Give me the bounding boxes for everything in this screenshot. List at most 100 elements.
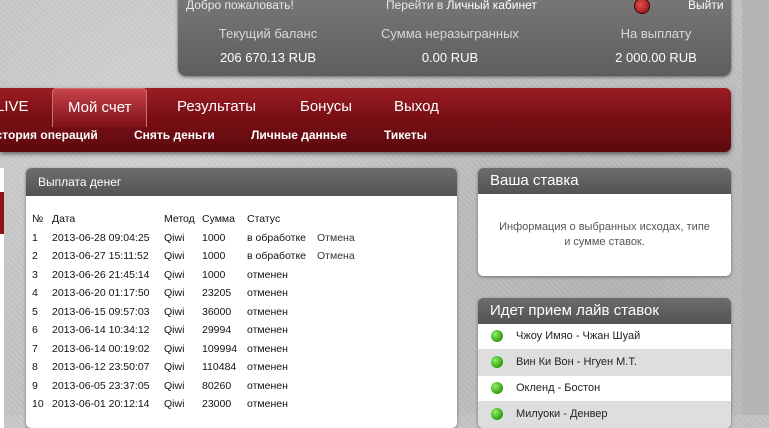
table-row: 7 2013-06-14 00:19:02 Qiwi 109994 отменен <box>32 340 355 359</box>
live-event-label: Окленд - Бостон <box>516 382 601 394</box>
row-status: отменен <box>247 342 288 355</box>
stat-unplayed-value: 0.00 RUB <box>421 50 479 65</box>
row-status: отменен <box>247 379 288 392</box>
row-cancel-link <box>317 395 355 414</box>
row-sum: 23205 <box>202 287 232 300</box>
row-cancel-link <box>317 377 355 396</box>
subnav-item-withdraw[interactable]: Снять деньги <box>134 128 215 142</box>
cabinet-prefix: Перейти в <box>386 0 444 12</box>
row-status: в обработке <box>247 231 307 244</box>
row-date: 2013-06-14 00:19:02 <box>52 342 150 355</box>
row-sum: 80260 <box>202 379 232 392</box>
row-sum: 36000 <box>202 305 232 318</box>
row-number: 3 <box>32 268 38 281</box>
payout-title: Выплата денег <box>26 168 457 196</box>
row-date: 2013-06-28 09:04:25 <box>52 231 150 244</box>
table-row: 4 2013-06-20 01:17:50 Qiwi 23205 отменен <box>32 284 355 303</box>
row-method: Qiwi <box>164 342 185 355</box>
row-cancel-link <box>317 266 355 285</box>
row-sum: 1000 <box>202 250 226 263</box>
row-date: 2013-06-12 23:50:07 <box>52 361 150 374</box>
row-status: отменен <box>247 361 288 374</box>
row-sum: 1000 <box>202 231 226 244</box>
payout-table: № Дата Метод Сумма Статус 1 2013-06-28 09… <box>32 210 355 414</box>
bet-slip-panel: Ваша ставка Информация о выбранных исход… <box>478 168 731 276</box>
cabinet-link[interactable]: Личный кабинет <box>447 0 537 12</box>
nav-item-results[interactable]: Результаты <box>177 88 256 126</box>
col-number: № <box>32 213 44 226</box>
table-row: 2 2013-06-27 15:11:52 Qiwi 1000 в обработке О… <box>32 247 355 266</box>
stat-balance-label: Текущий баланс <box>218 26 318 41</box>
stat-balance-value: 206 670.13 RUB <box>219 50 317 65</box>
subnav-item-history[interactable]: История операций <box>0 128 98 142</box>
table-row: 1 2013-06-28 09:04:25 Qiwi 1000 в обработке О… <box>32 229 355 248</box>
live-event-item[interactable]: Окленд - Бостон <box>478 376 731 402</box>
row-number: 6 <box>32 324 38 337</box>
row-method: Qiwi <box>164 398 185 411</box>
row-date: 2013-06-15 09:57:03 <box>52 305 150 318</box>
greeting-text: Добро пожаловать! <box>186 0 294 12</box>
payout-panel: Выплата денег № Дата Метод Сумма Статус … <box>26 168 457 428</box>
row-number: 7 <box>32 342 38 355</box>
row-method: Qiwi <box>164 324 185 337</box>
nav-item-my-account[interactable]: Мой счет <box>52 88 148 127</box>
row-date: 2013-06-26 21:45:14 <box>52 268 150 281</box>
row-method: Qiwi <box>164 305 185 318</box>
row-date: 2013-06-27 15:11:52 <box>52 250 149 263</box>
row-method: Qiwi <box>164 361 185 374</box>
row-cancel-link[interactable]: Отмена <box>317 247 355 266</box>
nav-item-exit[interactable]: Выход <box>394 88 439 126</box>
nav-item-live[interactable]: LIVE <box>0 88 29 126</box>
row-method: Qiwi <box>164 268 185 281</box>
row-number: 4 <box>32 287 38 300</box>
stat-balance: Текущий баланс 206 670.13 RUB <box>178 26 358 65</box>
live-status-icon <box>491 382 503 394</box>
stat-payout: На выплату 2 000.00 RUB <box>566 26 746 65</box>
live-event-item[interactable]: Милуоки - Денвер <box>478 402 731 428</box>
row-number: 5 <box>32 305 38 318</box>
live-event-label: Чжоу Имяо - Чжан Шуай <box>516 330 641 342</box>
live-event-label: Милуоки - Денвер <box>516 408 608 420</box>
table-row: 3 2013-06-26 21:45:14 Qiwi 1000 отменен <box>32 266 355 285</box>
row-sum: 109994 <box>202 342 238 355</box>
live-status-icon <box>491 408 503 420</box>
col-status: Статус <box>247 213 281 226</box>
logout-icon[interactable] <box>634 0 650 14</box>
page-background-strip <box>742 0 769 415</box>
live-bets-panel: Идет прием лайв ставок Чжоу Имяо - Чжан … <box>478 298 731 428</box>
stat-payout-label: На выплату <box>620 26 692 41</box>
table-row: 8 2013-06-12 23:50:07 Qiwi 110484 отменен <box>32 358 355 377</box>
row-sum: 23000 <box>202 398 232 411</box>
table-row: 6 2013-06-14 10:34:12 Qiwi 29994 отменен <box>32 321 355 340</box>
payout-table-header: № Дата Метод Сумма Статус <box>32 210 355 229</box>
live-event-item[interactable]: Чжоу Имяо - Чжан Шуай <box>478 324 731 350</box>
row-number: 9 <box>32 379 38 392</box>
row-number: 2 <box>32 250 38 263</box>
row-sum: 110484 <box>202 361 237 374</box>
row-status: в обработке <box>247 250 307 263</box>
row-status: отменен <box>247 398 288 411</box>
row-cancel-link[interactable]: Отмена <box>317 229 355 248</box>
live-event-item[interactable]: Вин Ки Вон - Нгуен М.Т. <box>478 350 731 376</box>
table-row: 9 2013-06-05 23:37:05 Qiwi 80260 отменен <box>32 377 355 396</box>
col-method: Метод <box>164 213 195 226</box>
table-row: 10 2013-06-01 20:12:14 Qiwi 23000 отменен <box>32 395 355 414</box>
subnav-item-tickets[interactable]: Тикеты <box>384 128 427 142</box>
row-method: Qiwi <box>164 250 185 263</box>
nav-item-bonuses[interactable]: Бонусы <box>300 88 352 126</box>
col-sum: Сумма <box>202 213 235 226</box>
row-number: 10 <box>32 398 44 411</box>
stat-unplayed: Сумма неразыгранных 0.00 RUB <box>360 26 540 65</box>
cabinet-link-wrapper[interactable]: Перейти в Личный кабинет <box>386 0 537 12</box>
row-sum: 29994 <box>202 324 232 337</box>
row-date: 2013-06-14 10:34:12 <box>52 324 150 337</box>
logout-link[interactable]: Выйти <box>688 0 724 12</box>
row-date: 2013-06-05 23:37:05 <box>52 379 150 392</box>
subnav-item-personal-data[interactable]: Личные данные <box>251 128 347 142</box>
row-method: Qiwi <box>164 379 185 392</box>
row-cancel-link <box>317 303 355 322</box>
stat-unplayed-label: Сумма неразыгранных <box>381 26 519 41</box>
account-panel: Добро пожаловать! Перейти в Личный кабин… <box>178 0 731 76</box>
main-nav: LIVE Мой счет Результаты Бонусы Выход Ис… <box>0 88 731 152</box>
row-date: 2013-06-01 20:12:14 <box>52 398 150 411</box>
